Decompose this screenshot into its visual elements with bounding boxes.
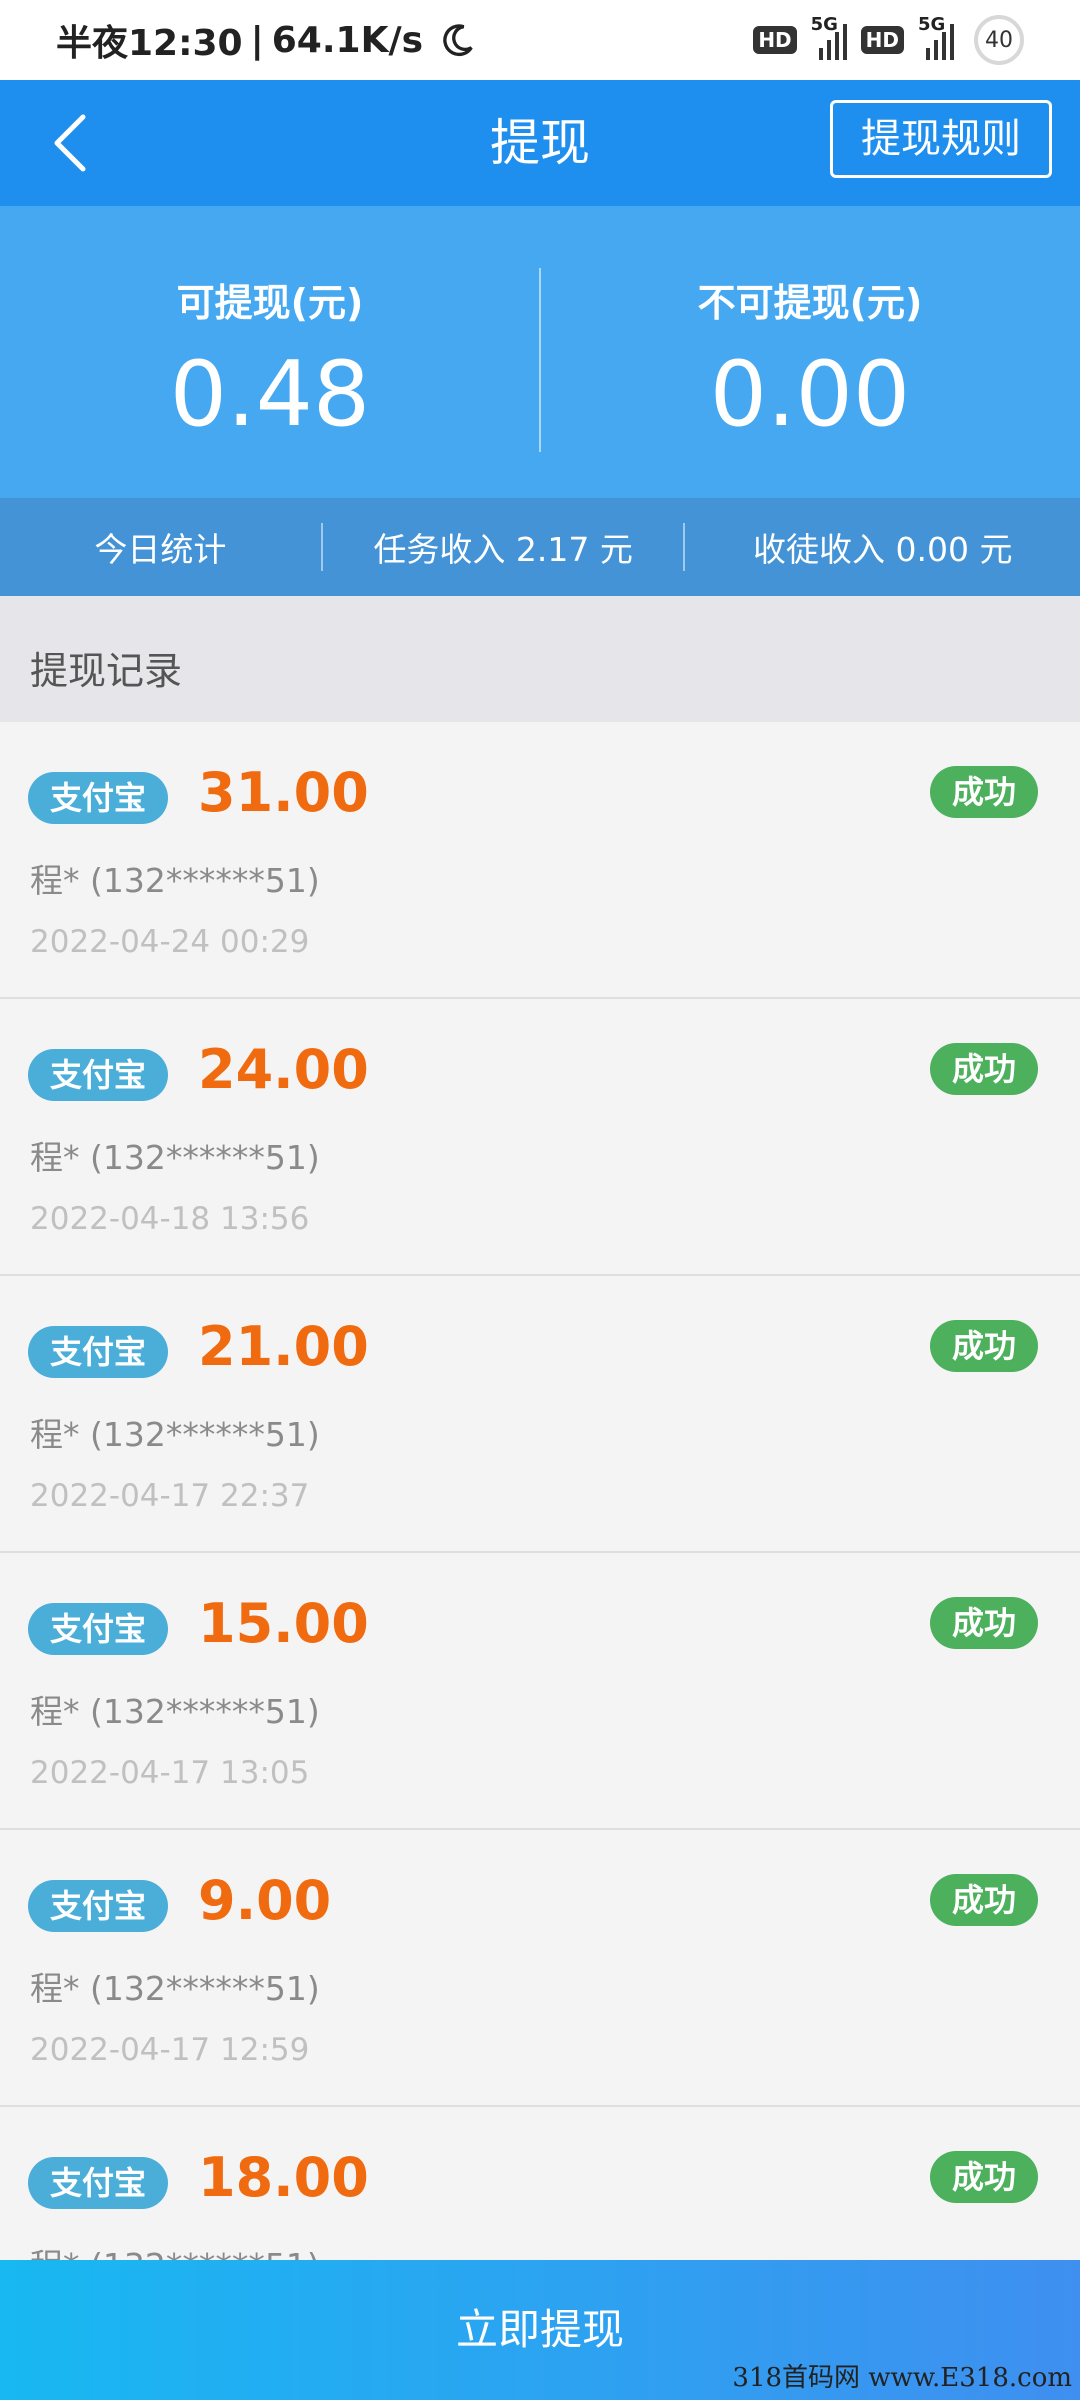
status-badge: 成功 <box>929 1320 1038 1372</box>
record-amount: 24.00 <box>198 1038 369 1101</box>
moon-icon <box>443 24 473 57</box>
record-time: 2022-04-18 13:56 <box>30 1201 310 1237</box>
record-account: 程* (132******51) <box>30 1415 320 1454</box>
battery-icon: 40 <box>974 15 1024 65</box>
record-account: 程* (132******51) <box>30 1969 320 2008</box>
status-left: 半夜12:30 | 64.1K/s <box>56 14 477 66</box>
status-time: 半夜12:30 <box>56 23 243 64</box>
alipay-tag: 支付宝 <box>28 772 169 824</box>
task-income: 任务收入 2.17 元 <box>373 530 633 569</box>
back-button[interactable] <box>36 110 106 176</box>
available-balance: 可提现(元) 0.48 <box>0 206 540 498</box>
today-stats-label: 今日统计 <box>94 530 227 569</box>
record-row: 支付宝 21.00 成功 程* (132******51) 2022-04-17… <box>0 1276 1080 1553</box>
record-account: 程* (132******51) <box>30 1138 320 1177</box>
record-account: 程* (132******51) <box>30 861 320 900</box>
available-label: 可提现(元) <box>176 281 364 325</box>
record-row: 支付宝 31.00 成功 程* (132******51) 2022-04-24… <box>0 722 1080 999</box>
alipay-tag: 支付宝 <box>28 1049 169 1101</box>
unavailable-value: 0.00 <box>709 342 911 447</box>
withdraw-page: 半夜12:30 | 64.1K/s HD 5G HD 5G 40 提现 提现规则… <box>0 0 1080 2400</box>
record-amount: 9.00 <box>198 1869 332 1932</box>
disciple-income: 收徒收入 0.00 元 <box>753 530 1013 569</box>
record-time: 2022-04-17 13:05 <box>30 1755 310 1791</box>
available-value: 0.48 <box>169 342 371 447</box>
status-badge: 成功 <box>929 1043 1038 1095</box>
alipay-tag: 支付宝 <box>28 2157 169 2209</box>
back-arrow-icon <box>54 114 86 172</box>
status-speed: 64.1K/s <box>271 19 424 61</box>
record-amount: 21.00 <box>198 1315 369 1378</box>
signal-icon: 5G <box>918 14 954 60</box>
status-badge: 成功 <box>929 1874 1038 1926</box>
record-row: 支付宝 9.00 成功 程* (132******51) 2022-04-17 … <box>0 1830 1080 2107</box>
hd-badge: HD <box>860 26 904 54</box>
record-row: 支付宝 18.00 成功 程* (132******51) <box>0 2107 1080 2260</box>
record-amount: 18.00 <box>198 2146 369 2209</box>
status-bar: 半夜12:30 | 64.1K/s HD 5G HD 5G 40 <box>0 0 1080 80</box>
unavailable-label: 不可提现(元) <box>697 281 923 325</box>
hd-badge: HD <box>753 26 797 54</box>
record-amount: 31.00 <box>198 761 369 824</box>
alipay-tag: 支付宝 <box>28 1326 169 1378</box>
record-account: 程* (132******51) <box>30 1692 320 1731</box>
status-separator: | <box>250 19 264 61</box>
network-type-label: 5G <box>918 14 946 35</box>
alipay-tag: 支付宝 <box>28 1603 169 1655</box>
record-row: 支付宝 15.00 成功 程* (132******51) 2022-04-17… <box>0 1553 1080 1830</box>
records-section-title: 提现记录 <box>0 596 1080 722</box>
unavailable-balance: 不可提现(元) 0.00 <box>540 206 1080 498</box>
watermark-text: 318首码网 www.E318.com <box>732 2363 1072 2393</box>
today-stats-bar: 今日统计 任务收入 2.17 元 收徒收入 0.00 元 <box>0 498 1080 596</box>
network-type-label: 5G <box>810 14 838 35</box>
record-account: 程* (132******51) <box>30 2239 320 2260</box>
withdraw-records-list[interactable]: 支付宝 31.00 成功 程* (132******51) 2022-04-24… <box>0 722 1080 2260</box>
status-badge: 成功 <box>929 766 1038 818</box>
record-row: 支付宝 24.00 成功 程* (132******51) 2022-04-18… <box>0 999 1080 1276</box>
signal-icon: 5G <box>811 14 847 60</box>
record-amount: 15.00 <box>198 1592 369 1655</box>
record-time: 2022-04-24 00:29 <box>30 924 310 960</box>
withdraw-rules-button[interactable]: 提现规则 <box>830 100 1052 178</box>
status-right: HD 5G HD 5G 40 <box>753 14 1024 65</box>
status-badge: 成功 <box>929 2151 1038 2203</box>
record-time: 2022-04-17 22:37 <box>30 1478 310 1514</box>
balance-summary: 可提现(元) 0.48 不可提现(元) 0.00 <box>0 206 1080 498</box>
record-time: 2022-04-17 12:59 <box>30 2032 310 2068</box>
app-header: 提现 提现规则 <box>0 80 1080 206</box>
status-badge: 成功 <box>929 1597 1038 1649</box>
alipay-tag: 支付宝 <box>28 1880 169 1932</box>
